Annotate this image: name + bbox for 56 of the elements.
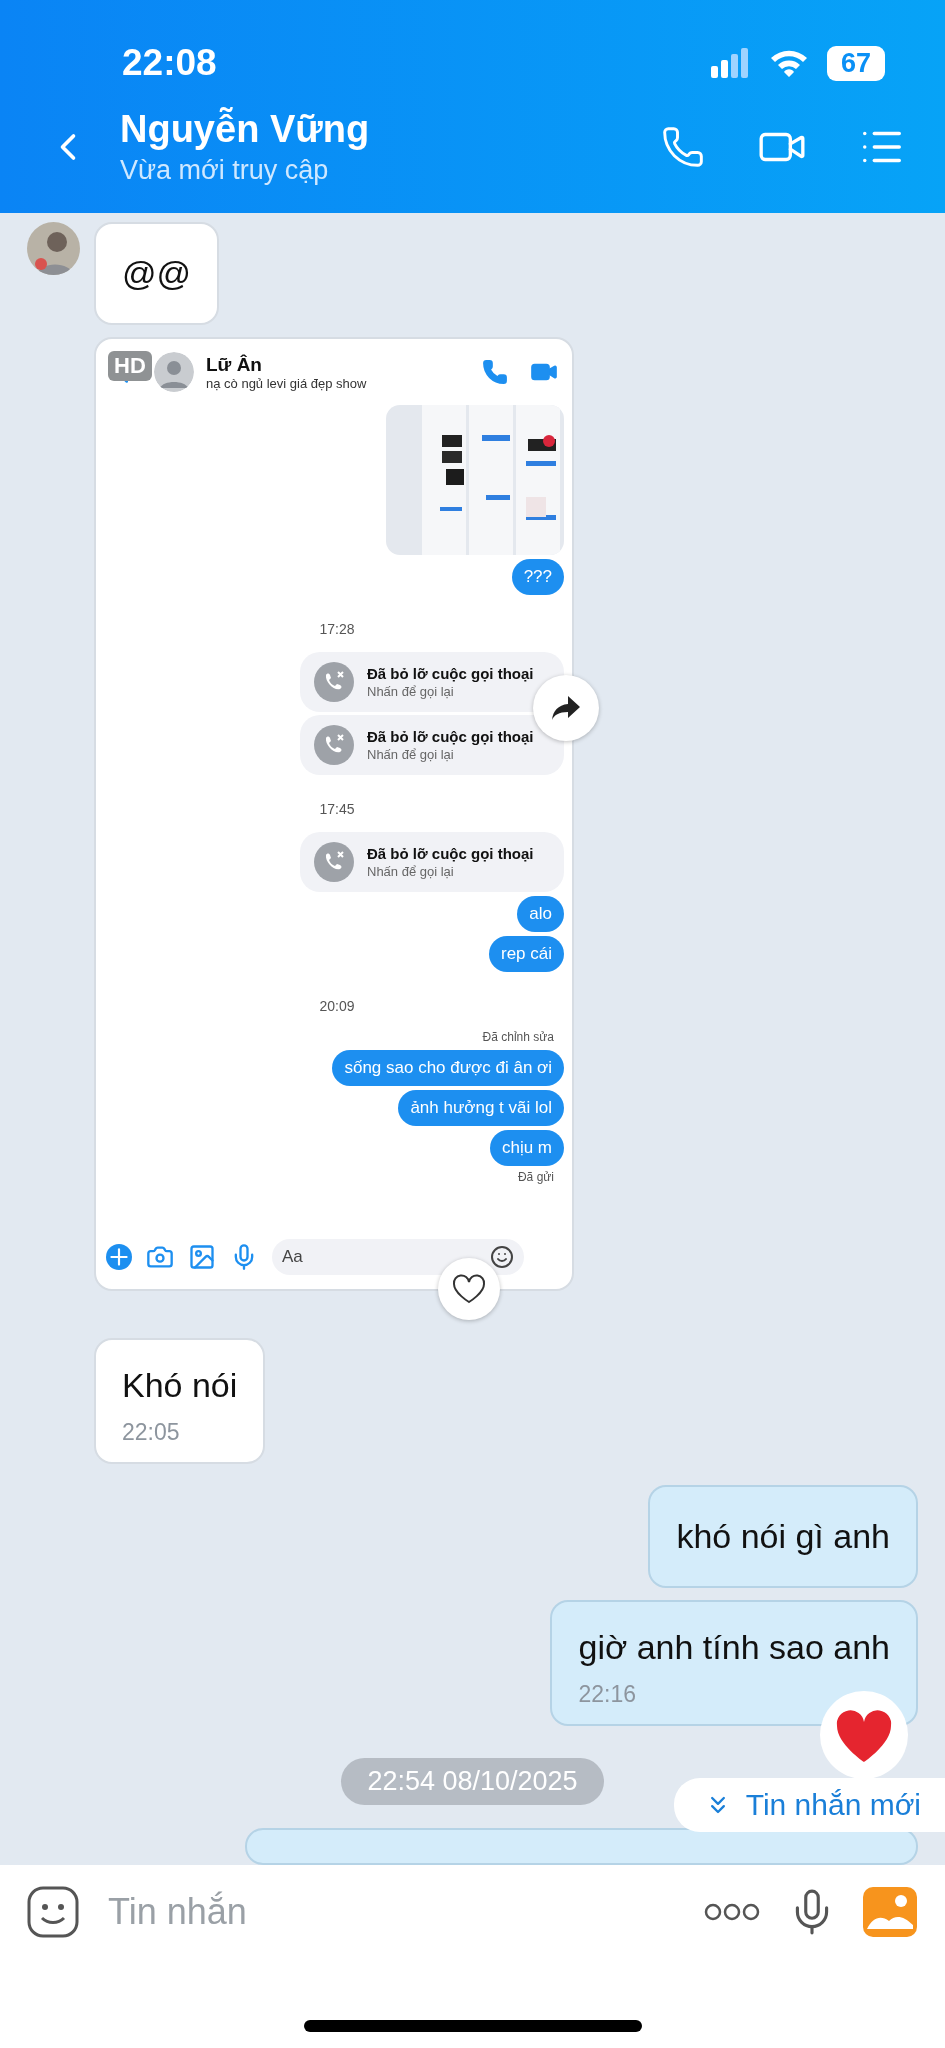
plus-icon[interactable] — [106, 1244, 132, 1270]
message-bubble: ảnh hưởng t vãi lol — [398, 1090, 564, 1126]
chat-title: Nguyễn Vững — [120, 108, 371, 151]
timestamp: 17:45 — [319, 801, 355, 817]
phone-icon[interactable] — [661, 125, 705, 169]
message-time: 22:16 — [578, 1681, 638, 1708]
missed-call-icon — [314, 725, 354, 765]
emoji-icon[interactable] — [490, 1245, 514, 1269]
new-messages-button[interactable]: Tin nhắn mới — [673, 1778, 945, 1832]
missed-call-subtitle: Nhấn để gọi lại — [367, 747, 455, 762]
missed-call-title: Đã bỏ lỡ cuộc gọi thoại — [367, 665, 534, 682]
message-status: Đã gửi — [517, 1170, 554, 1184]
missed-call-card[interactable]: Đã bỏ lỡ cuộc gọi thoại Nhấn để gọi lại — [300, 832, 564, 892]
missed-call-title: Đã bỏ lỡ cuộc gọi thoại — [367, 728, 534, 745]
contact-name: Lữ Ân — [206, 353, 263, 376]
battery-level: 67 — [826, 45, 885, 81]
gallery-icon[interactable] — [863, 1887, 917, 1937]
contact-status: nạ cò ngủ levi giá đẹp show — [206, 375, 368, 391]
message-text: @@ — [122, 254, 192, 293]
message-text: Khó nói — [122, 1366, 238, 1405]
message-bubble: rep cái — [488, 936, 564, 972]
message-time: 22:05 — [122, 1419, 181, 1446]
message-bubble: chịu m — [489, 1130, 564, 1166]
heart-reaction-icon[interactable] — [819, 1690, 909, 1780]
chat-status: Vừa mới truy cập — [120, 155, 330, 186]
avatar[interactable] — [27, 222, 80, 275]
timestamp: 20:09 — [319, 998, 355, 1014]
missed-call-card[interactable]: Đã bỏ lỡ cuộc gọi thoại Nhấn để gọi lại — [300, 715, 564, 775]
phone-icon[interactable] — [482, 359, 508, 385]
message-input[interactable]: Tin nhắn — [106, 1890, 677, 1934]
clock: 22:08 — [122, 42, 217, 84]
hd-badge: HD — [108, 351, 152, 381]
missed-call-title: Đã bỏ lỡ cuộc gọi thoại — [367, 845, 534, 862]
missed-call-icon — [314, 662, 354, 702]
missed-call-subtitle: Nhấn để gọi lại — [367, 864, 455, 879]
missed-call-icon — [314, 842, 354, 882]
more-icon[interactable] — [703, 1902, 761, 1922]
missed-call-subtitle: Nhấn để gọi lại — [367, 684, 455, 699]
share-icon[interactable] — [550, 694, 582, 722]
signal-icon — [710, 48, 751, 78]
message-bubble: sống sao cho được đi ân ơi — [332, 1050, 564, 1086]
sticker-icon[interactable] — [26, 1885, 80, 1939]
heart-reaction-button[interactable] — [438, 1258, 500, 1320]
share-button[interactable] — [533, 675, 599, 741]
date-separator: 22:54 08/10/2025 — [341, 1758, 604, 1805]
message-status: Đã chỉnh sửa — [482, 1030, 554, 1044]
heart-icon[interactable] — [452, 1274, 486, 1304]
message-text: giờ anh tính sao anh — [578, 1628, 890, 1667]
avatar — [154, 352, 194, 392]
missed-call-card[interactable]: Đã bỏ lỡ cuộc gọi thoại Nhấn để gọi lại — [300, 652, 564, 712]
message-bubble: alo — [517, 896, 564, 932]
message-text: khó nói gì anh — [676, 1517, 890, 1556]
message-bubble: ??? — [511, 559, 564, 595]
message-field[interactable]: Aa — [272, 1239, 524, 1275]
image-icon[interactable] — [188, 1243, 216, 1271]
timestamp: 17:28 — [319, 621, 355, 637]
